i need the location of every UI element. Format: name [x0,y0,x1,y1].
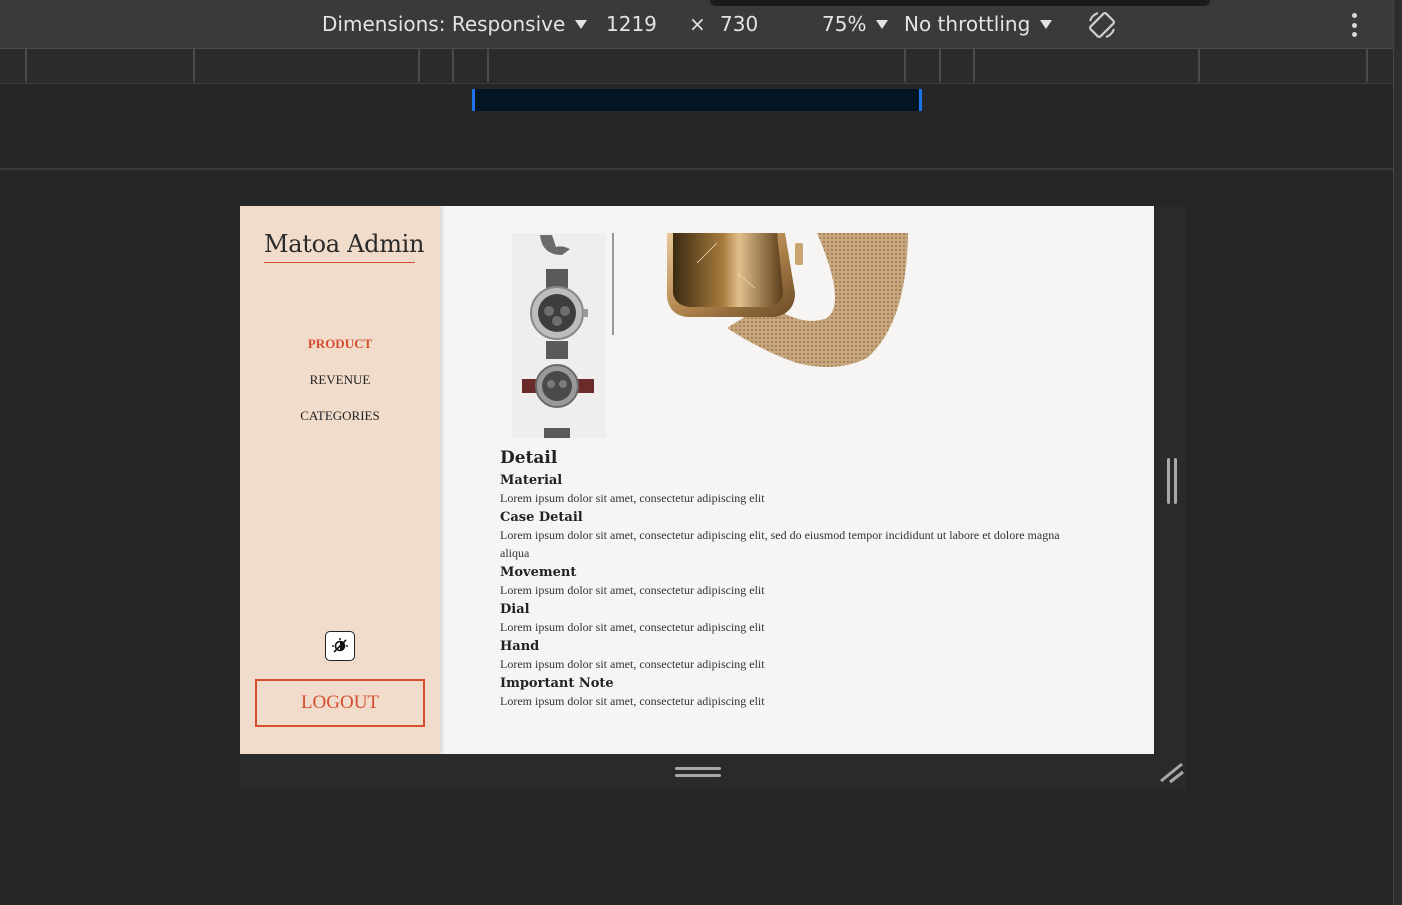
width-input[interactable]: 1219 [606,12,657,36]
dimensions-label: Dimensions: Responsive [322,12,566,36]
rotate-icon[interactable] [1086,9,1118,41]
detail-text-hand: Lorem ipsum dolor sit amet, consectetur … [500,657,765,671]
ruler-area [0,85,1393,170]
detail-text-dial: Lorem ipsum dolor sit amet, consectetur … [500,620,765,634]
thumbnail-strap-fragment [540,235,570,255]
viewport-ruler-marker [472,89,922,111]
media-query-bar[interactable] [0,49,1393,84]
sidebar: Matoa Admin PRODUCT REVENUE CATEGORIES L… [240,206,440,754]
more-options-icon[interactable] [1347,13,1361,37]
mq-tick [1366,49,1368,82]
product-detail: Detail Material Lorem ipsum dolor sit am… [500,448,1090,711]
sidebar-nav: PRODUCT REVENUE CATEGORIES [240,336,440,444]
thumbnail-watch-red [522,364,594,408]
detail-heading-material: Material [500,473,563,488]
detail-heading-hand: Hand [500,639,540,654]
chevron-down-icon [575,19,588,29]
nav-item-product[interactable]: PRODUCT [240,336,440,372]
resize-corner-icon[interactable] [1159,760,1185,784]
logout-button[interactable]: LOGOUT [255,679,425,727]
detail-title: Detail [500,448,558,468]
devtools-toolbar: Dimensions: Responsive 1219 × 730 75% No… [0,0,1402,49]
detail-heading-note: Important Note [500,676,614,691]
zoom-dropdown[interactable]: 75% [822,12,889,36]
mq-tick [904,49,906,82]
detail-text-material: Lorem ipsum dolor sit amet, consectetur … [500,491,765,505]
mq-tick [452,49,454,82]
detail-text-note: Lorem ipsum dolor sit amet, consectetur … [500,694,765,708]
mq-tick [973,49,975,82]
detail-heading-case: Case Detail [500,510,583,525]
chevron-down-icon [1040,19,1053,29]
dimensions-dropdown[interactable]: Dimensions: Responsive [322,12,588,36]
toolbar-notch [710,0,1210,6]
resize-handle-bottom[interactable] [675,767,721,779]
mq-tick [418,49,420,82]
mq-tick [193,49,195,82]
theme-toggle-button[interactable] [325,631,355,661]
devtools-scrollbar[interactable] [1393,0,1402,905]
resize-handle-right[interactable] [1166,458,1178,504]
mq-tick [939,49,941,82]
product-thumbnail-strip[interactable] [512,233,606,438]
thumbnail-images [522,235,594,438]
height-input[interactable]: 730 [720,12,758,36]
mq-tick [487,49,489,82]
detail-text-case: Lorem ipsum dolor sit amet, consectetur … [500,528,1060,560]
thumbnail-strap-bottom [544,428,570,438]
brand-title: Matoa Admin [264,230,425,263]
theme-toggle-icon [332,638,348,653]
nav-item-revenue[interactable]: REVENUE [240,372,440,408]
mq-tick [25,49,27,82]
detail-heading-dial: Dial [500,602,530,617]
detail-heading-movement: Movement [500,565,577,580]
thumbnail-scrollbar[interactable] [612,233,614,335]
times-sign: × [689,12,706,36]
zoom-label: 75% [822,12,867,36]
detail-text-movement: Lorem ipsum dolor sit amet, consectetur … [500,583,765,597]
mq-tick [1198,49,1200,82]
throttling-label: No throttling [904,12,1031,36]
throttling-dropdown[interactable]: No throttling [904,12,1053,36]
thumbnail-watch-silver [530,269,588,359]
chevron-down-icon [876,19,889,29]
product-hero-image [667,233,908,367]
nav-item-categories[interactable]: CATEGORIES [240,408,440,444]
device-viewport: Matoa Admin PRODUCT REVENUE CATEGORIES L… [240,206,1154,754]
